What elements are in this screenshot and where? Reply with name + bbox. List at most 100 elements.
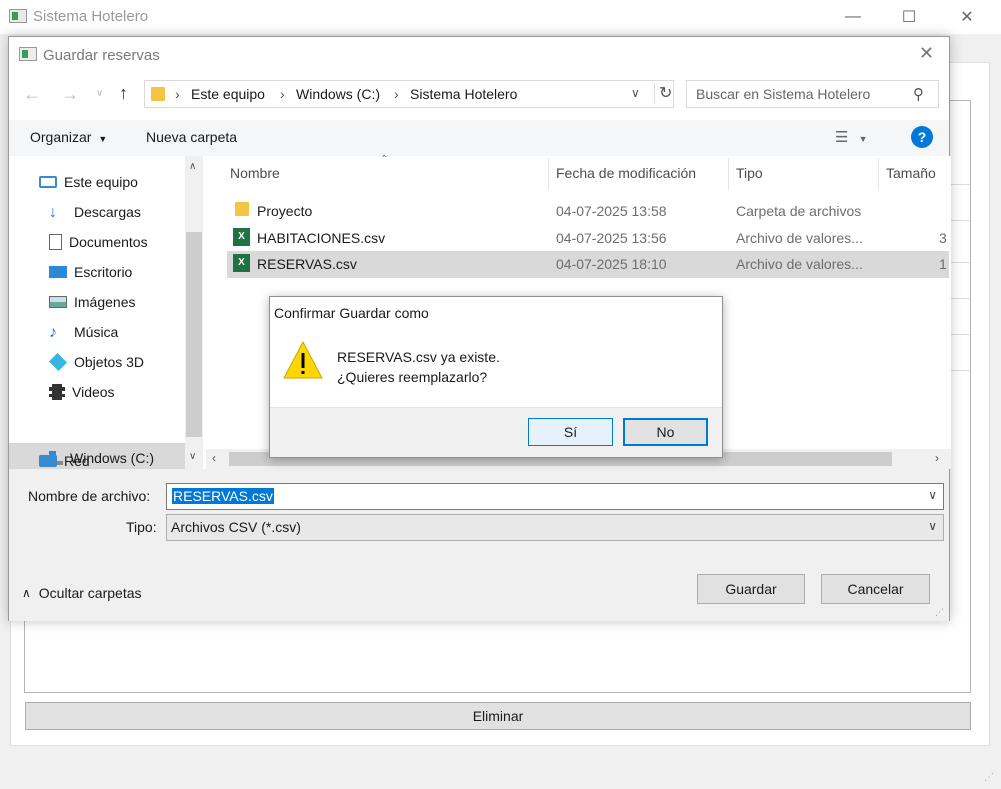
column-date[interactable]: Fecha de modificación [556,165,696,181]
cube-icon [48,352,68,372]
list-row-divider [950,370,970,371]
address-dropdown-icon[interactable]: ∨ [631,86,640,100]
recent-chevron-icon[interactable]: ∨ [96,88,103,99]
filename-value: RESERVAS.csv [172,488,274,504]
refresh-icon[interactable]: ↻ [654,83,672,103]
nav-label: Este equipo [64,174,138,190]
list-row-divider [950,298,970,299]
nav-label: Imágenes [74,294,136,310]
search-placeholder: Buscar en Sistema Hotelero [696,86,871,102]
film-icon [49,384,65,400]
file-size: 1 [939,256,947,272]
list-row-divider [950,334,970,335]
dialog-icon [19,47,37,61]
maximize-icon[interactable]: ☐ [886,4,932,30]
nav-label: Videos [72,384,115,400]
pictures-icon [49,296,67,308]
resize-grip-icon: ⋰ [935,607,944,617]
file-type: Archivo de valores... [736,230,863,246]
nav-item-escritorio[interactable]: Escritorio [49,260,132,284]
resize-grip-icon: ⋰ [984,772,994,783]
filename-input[interactable]: RESERVAS.csv ∨ [166,483,944,510]
column-type[interactable]: Tipo [736,165,763,181]
type-label: Tipo: [126,519,157,535]
address-bar[interactable]: › Este equipo › Windows (C:) › Sistema H… [144,80,674,108]
scroll-left-icon[interactable]: ‹ [212,451,216,465]
breadcrumb-sep-icon: › [175,86,180,102]
yes-button[interactable]: Sí [528,418,613,446]
scroll-up-icon[interactable]: ∧ [189,161,196,172]
chevron-up-icon: ∧ [22,586,31,600]
sort-ascending-icon: ⌃ [380,154,389,165]
column-name[interactable]: Nombre [230,165,280,181]
nav-label: Objetos 3D [74,354,145,370]
back-icon[interactable]: ← [23,84,41,105]
view-options-icon[interactable]: ☰ ▼ [835,128,868,146]
document-icon [49,234,62,250]
dropdown-arrow-icon: ∨ [928,488,937,502]
folder-icon [151,87,165,101]
search-box[interactable]: Buscar en Sistema Hotelero ⚲ [686,80,939,108]
up-icon[interactable]: ↑ [119,83,128,104]
nav-label: Escritorio [74,264,133,280]
file-row-selected[interactable]: X RESERVAS.csv 04-07-2025 18:10 Archivo … [227,251,949,278]
file-type: Archivo de valores... [736,256,863,272]
save-button[interactable]: Guardar [697,574,805,604]
breadcrumb-sep-icon: › [280,86,285,102]
list-row-divider [950,262,970,263]
confirm-footer: Sí No [270,407,722,457]
scroll-down-icon[interactable]: ∨ [189,451,196,462]
no-button[interactable]: No [623,418,708,446]
search-icon: ⚲ [913,86,924,103]
new-folder-button[interactable]: Nueva carpeta [146,129,237,145]
nav-item-documentos[interactable]: Documentos [49,230,148,254]
close-window-icon[interactable]: ✕ [944,4,990,30]
eliminar-button[interactable]: Eliminar [25,702,971,730]
nav-label: Red [64,453,90,469]
breadcrumb-sistema-hotelero[interactable]: Sistema Hotelero [410,86,517,102]
breadcrumb-windows-c[interactable]: Windows (C:) [296,86,380,102]
dialog-title: Guardar reservas [43,47,160,64]
dialog-close-icon[interactable]: ✕ [919,43,934,64]
column-separator[interactable] [728,158,729,190]
nav-item-imagenes[interactable]: Imágenes [49,290,135,314]
cancel-button[interactable]: Cancelar [821,574,930,604]
column-separator[interactable] [878,158,879,190]
hide-folders-toggle[interactable]: ∧ Ocultar carpetas [22,585,142,601]
warning-icon [283,340,323,380]
breadcrumb-este-equipo[interactable]: Este equipo [191,86,265,102]
nav-item-red[interactable]: Red [39,451,90,471]
column-separator[interactable] [548,158,549,190]
app-icon [9,9,27,23]
nav-item-videos[interactable]: Videos [49,380,115,404]
filename-label: Nombre de archivo: [28,488,151,504]
nav-item-este-equipo[interactable]: Este equipo [39,170,138,194]
forward-icon[interactable]: → [61,84,79,105]
navigation-pane: Este equipo ↓ Descargas Documentos Escri… [9,156,205,473]
column-size[interactable]: Tamaño [886,165,936,181]
nav-item-musica[interactable]: ♪ Música [49,320,118,344]
file-date: 04-07-2025 13:56 [556,230,667,246]
type-value: Archivos CSV (*.csv) [171,519,301,535]
organize-button[interactable]: Organizar ▼ [30,129,107,145]
nav-scroll-thumb[interactable] [186,232,202,437]
dropdown-arrow-icon: ▼ [98,134,108,144]
download-icon: ↓ [49,204,57,221]
confirm-message-line1: RESERVAS.csv ya existe. [337,349,500,365]
scroll-right-icon[interactable]: › [935,451,939,465]
computer-icon [39,176,57,188]
file-date: 04-07-2025 13:58 [556,203,667,219]
file-row[interactable]: X HABITACIONES.csv 04-07-2025 13:56 Arch… [227,225,949,252]
folder-icon [235,202,249,216]
desktop-icon [49,266,67,278]
nav-item-objetos-3d[interactable]: Objetos 3D [48,350,145,374]
nav-item-descargas[interactable]: ↓ Descargas [49,200,141,224]
minimize-icon[interactable]: — [830,4,876,30]
type-select[interactable]: Archivos CSV (*.csv) ∨ [166,514,944,541]
hide-folders-label: Ocultar carpetas [38,585,142,601]
confirm-message-line2: ¿Quieres reemplazarlo? [337,369,488,385]
network-icon [39,455,57,467]
file-row[interactable]: Proyecto 04-07-2025 13:58 Carpeta de arc… [227,198,949,225]
file-name: Proyecto [257,203,313,219]
help-icon[interactable]: ? [911,126,933,148]
